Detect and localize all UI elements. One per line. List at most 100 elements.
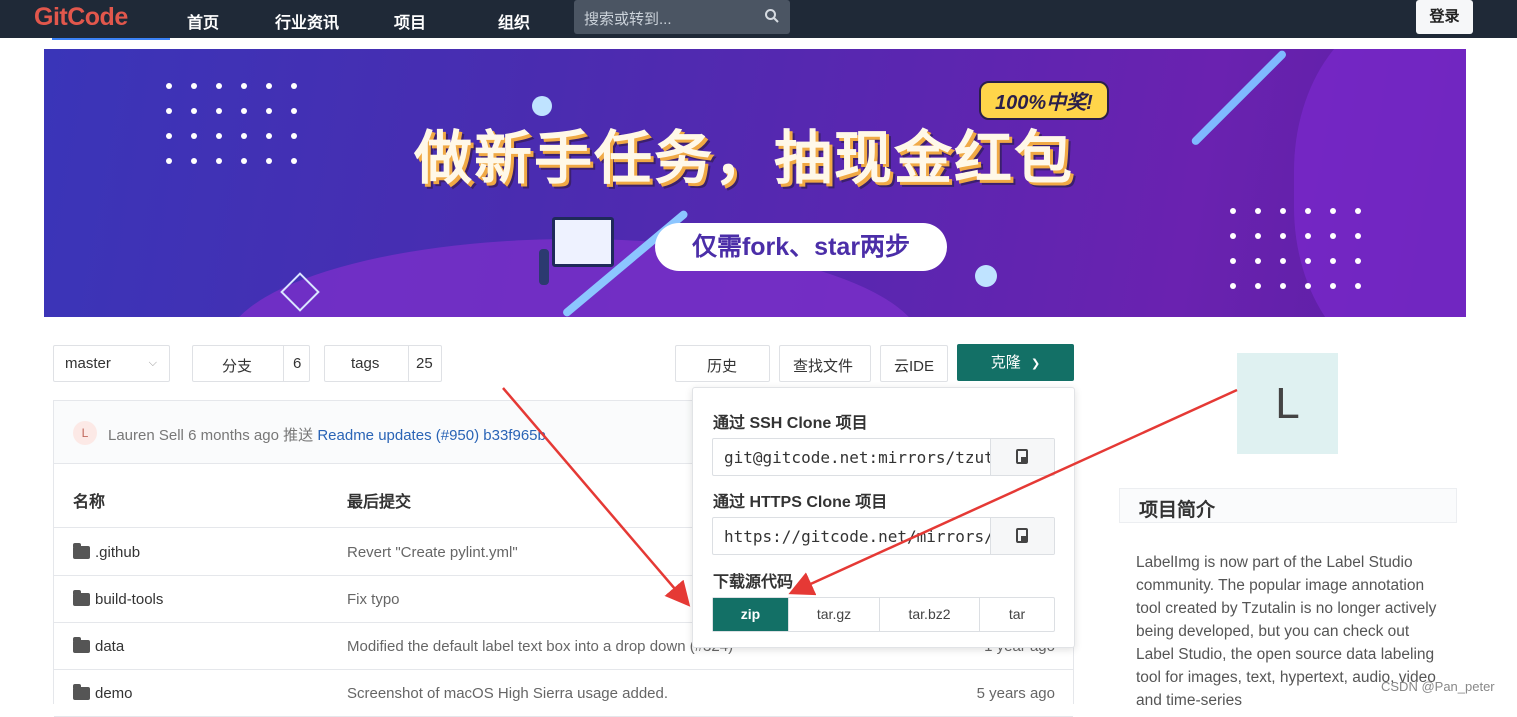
banner-dot bbox=[1280, 283, 1286, 289]
history-button[interactable]: 历史 bbox=[675, 345, 770, 382]
commit-message[interactable]: Fix typo bbox=[347, 591, 400, 608]
commit-hash-link[interactable]: b33f965b bbox=[483, 427, 546, 444]
cloud-ide-label: 云IDE bbox=[894, 358, 935, 375]
file-name[interactable]: build-tools bbox=[95, 591, 163, 608]
banner-dot bbox=[1230, 233, 1236, 239]
column-last-commit: 最后提交 bbox=[347, 494, 412, 511]
banner-dot bbox=[1305, 233, 1311, 239]
file-name[interactable]: data bbox=[95, 638, 124, 655]
https-url[interactable]: https://gitcode.net/mirrors/tzutalin/lab… bbox=[724, 527, 990, 546]
branches-label: 分支 bbox=[222, 358, 253, 375]
csdn-watermark: CSDN @Pan_peter bbox=[1381, 679, 1495, 694]
banner-dot bbox=[266, 133, 272, 139]
commit-action: 推送 bbox=[283, 427, 314, 444]
tags-button[interactable]: tags 25 bbox=[324, 345, 442, 382]
author-avatar[interactable]: L bbox=[73, 421, 97, 445]
banner-dot bbox=[216, 158, 222, 164]
banner-dot bbox=[1255, 233, 1261, 239]
banner-dot bbox=[266, 158, 272, 164]
banner-headline: 做新手任务，抽现金红包 bbox=[414, 124, 1075, 192]
banner-dot bbox=[1230, 208, 1236, 214]
banner-dot bbox=[1330, 283, 1336, 289]
banner-dot bbox=[166, 158, 172, 164]
commit-summary: Lauren Sell 6 months ago 推送 Readme updat… bbox=[108, 424, 546, 445]
clipboard-icon bbox=[1016, 528, 1028, 543]
banner-dot bbox=[216, 83, 222, 89]
banner-dot bbox=[1305, 283, 1311, 289]
download-format-group: zip tar.gz tar.bz2 tar bbox=[712, 597, 1055, 632]
copy-ssh-button[interactable] bbox=[990, 439, 1054, 475]
banner-dot bbox=[1280, 258, 1286, 264]
branch-name: master bbox=[65, 355, 111, 372]
commit-message[interactable]: Screenshot of macOS High Sierra usage ad… bbox=[347, 685, 668, 702]
nav-home[interactable]: 首页 bbox=[187, 9, 219, 33]
banner-dot bbox=[191, 83, 197, 89]
banner-dot bbox=[1255, 208, 1261, 214]
project-intro-title: 项目简介 bbox=[1139, 500, 1216, 521]
banner-dot bbox=[266, 108, 272, 114]
download-targz-button[interactable]: tar.gz bbox=[789, 598, 880, 631]
history-label: 历史 bbox=[707, 358, 738, 375]
search-input[interactable]: 搜索或转到... bbox=[574, 0, 790, 34]
banner-streak bbox=[1190, 49, 1288, 147]
commit-message[interactable]: Modified the default label text box into… bbox=[347, 638, 733, 655]
banner-dot bbox=[241, 158, 247, 164]
download-zip-button[interactable]: zip bbox=[713, 598, 789, 631]
banner-dot bbox=[1355, 233, 1361, 239]
commit-time: 6 months ago bbox=[188, 427, 279, 444]
ssh-url-field[interactable]: git@gitcode.net:mirrors/tzutalin/labelIm… bbox=[712, 438, 1055, 476]
banner-dot bbox=[291, 83, 297, 89]
https-title: 通过 HTTPS Clone 项目 bbox=[713, 494, 888, 511]
banner-dot bbox=[1255, 283, 1261, 289]
download-tarbz2-button[interactable]: tar.bz2 bbox=[880, 598, 980, 631]
promo-banner[interactable]: 做新手任务，抽现金红包 100%中奖! 仅需fork、star两步 bbox=[44, 49, 1466, 317]
banner-prize-badge: 100%中奖! bbox=[979, 81, 1109, 120]
divider bbox=[283, 346, 284, 381]
copy-https-button[interactable] bbox=[990, 518, 1054, 554]
divider bbox=[408, 346, 409, 381]
download-title: 下载源代码 bbox=[713, 574, 794, 591]
tags-count: 25 bbox=[416, 355, 433, 372]
banner-dot bbox=[291, 108, 297, 114]
table-row[interactable]: demo Screenshot of macOS High Sierra usa… bbox=[54, 670, 1073, 717]
file-name[interactable]: demo bbox=[95, 685, 133, 702]
banner-dot bbox=[241, 108, 247, 114]
nav-industry-news[interactable]: 行业资讯 bbox=[275, 9, 339, 33]
commit-message[interactable]: Revert "Create pylint.yml" bbox=[347, 544, 518, 561]
file-name[interactable]: .github bbox=[95, 544, 140, 561]
project-intro-header: 项目简介 bbox=[1119, 488, 1457, 523]
top-navbar: GitCode 首页 行业资讯 项目 组织 搜索或转到... 登录 bbox=[0, 0, 1517, 38]
banner-dot bbox=[266, 83, 272, 89]
nav-organizations[interactable]: 组织 bbox=[498, 9, 530, 33]
branches-button[interactable]: 分支 6 bbox=[192, 345, 310, 382]
download-tar-button[interactable]: tar bbox=[980, 598, 1054, 631]
banner-blob bbox=[1294, 49, 1466, 317]
person-illustration bbox=[539, 249, 549, 285]
login-button[interactable]: 登录 bbox=[1416, 0, 1473, 34]
banner-dot bbox=[166, 83, 172, 89]
cloud-ide-button[interactable]: 云IDE bbox=[880, 345, 948, 382]
branch-select[interactable]: master ⌵ bbox=[53, 345, 170, 382]
banner-dot bbox=[291, 133, 297, 139]
monitor-illustration bbox=[552, 217, 614, 267]
ssh-url[interactable]: git@gitcode.net:mirrors/tzutalin/labelIm… bbox=[724, 448, 990, 467]
banner-dot bbox=[1305, 258, 1311, 264]
https-url-field[interactable]: https://gitcode.net/mirrors/tzutalin/lab… bbox=[712, 517, 1055, 555]
banner-dot bbox=[241, 133, 247, 139]
banner-dot bbox=[216, 108, 222, 114]
banner-dot bbox=[1355, 258, 1361, 264]
banner-dot bbox=[1255, 258, 1261, 264]
banner-bubble bbox=[975, 265, 997, 287]
banner-dot bbox=[166, 108, 172, 114]
commit-message-link[interactable]: Readme updates (#950) bbox=[317, 427, 479, 444]
nav-projects[interactable]: 项目 bbox=[394, 9, 426, 33]
clone-button[interactable]: 克隆 ❯ bbox=[957, 344, 1074, 381]
banner-dot bbox=[1355, 208, 1361, 214]
banner-dot bbox=[191, 158, 197, 164]
nav-active-indicator bbox=[52, 38, 170, 40]
find-file-button[interactable]: 查找文件 bbox=[779, 345, 871, 382]
gitcode-logo[interactable]: GitCode bbox=[34, 3, 128, 32]
commit-author[interactable]: Lauren Sell bbox=[108, 427, 184, 444]
banner-dot bbox=[1305, 208, 1311, 214]
banner-dot bbox=[191, 108, 197, 114]
